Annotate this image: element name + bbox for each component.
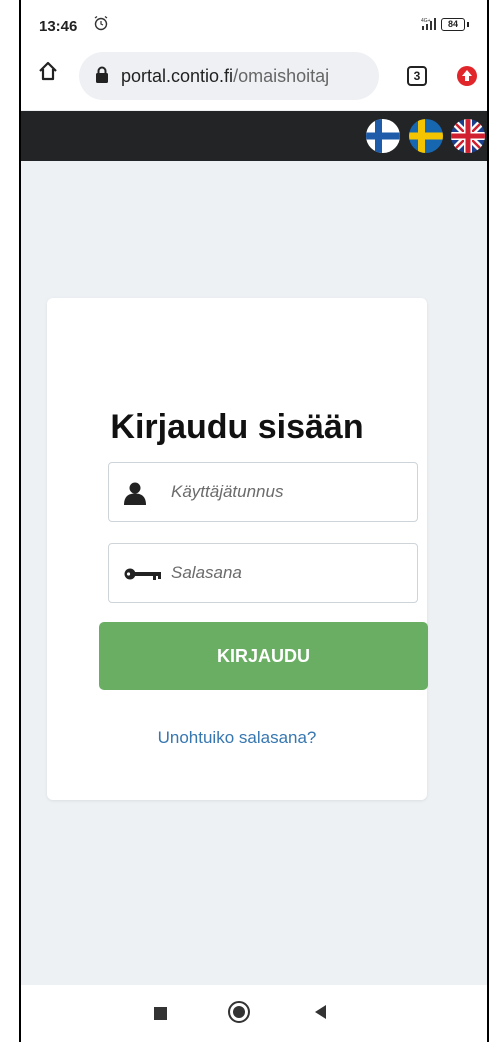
browser-address-bar: portal.contio.fi/omaishoitaj 3 — [21, 46, 487, 110]
tabs-count-button[interactable]: 3 — [407, 66, 427, 86]
login-title: Kirjaudu sisään — [110, 408, 364, 446]
battery-tip — [467, 22, 469, 27]
battery-indicator: 84 — [441, 18, 465, 31]
recent-apps-button[interactable] — [154, 1007, 167, 1020]
url-text: portal.contio.fi/omaishoitaj — [121, 66, 329, 87]
login-button[interactable]: KIRJAUDU — [99, 622, 428, 690]
back-button[interactable] — [315, 1005, 326, 1019]
status-time: 13:46 — [39, 18, 78, 35]
home-button[interactable] — [228, 1001, 250, 1023]
key-icon — [123, 562, 163, 591]
alarm-icon — [93, 15, 109, 36]
status-bar: 13:46 4G+ 84 — [21, 0, 487, 46]
system-nav-bar — [21, 985, 487, 1042]
url-host: portal.contio.fi — [121, 66, 234, 86]
phone-screen: 13:46 4G+ 84 portal.contio.fi/omaishoita… — [19, 0, 489, 1042]
site-header — [21, 111, 487, 161]
flag-uk-icon[interactable] — [451, 119, 485, 153]
flag-finland-icon[interactable] — [366, 119, 400, 153]
login-card: Kirjaudu sisään KIRJAUDU Unohtuiko salas… — [47, 298, 428, 800]
update-icon[interactable] — [456, 65, 478, 92]
url-field[interactable]: portal.contio.fi/omaishoitaj — [79, 52, 379, 100]
username-input[interactable] — [171, 463, 401, 521]
username-field[interactable] — [108, 462, 418, 522]
password-input[interactable] — [171, 544, 401, 602]
forgot-password-link[interactable]: Unohtuiko salasana? — [47, 728, 427, 748]
flag-sweden-icon[interactable] — [409, 119, 443, 153]
lock-icon — [95, 66, 109, 89]
home-icon[interactable] — [37, 60, 59, 87]
network-label: 4G+ — [421, 18, 431, 24]
user-icon — [123, 481, 147, 510]
password-field[interactable] — [108, 543, 418, 603]
url-path: /omaishoitaj — [233, 66, 330, 86]
signal-icon: 4G+ — [421, 17, 437, 36]
